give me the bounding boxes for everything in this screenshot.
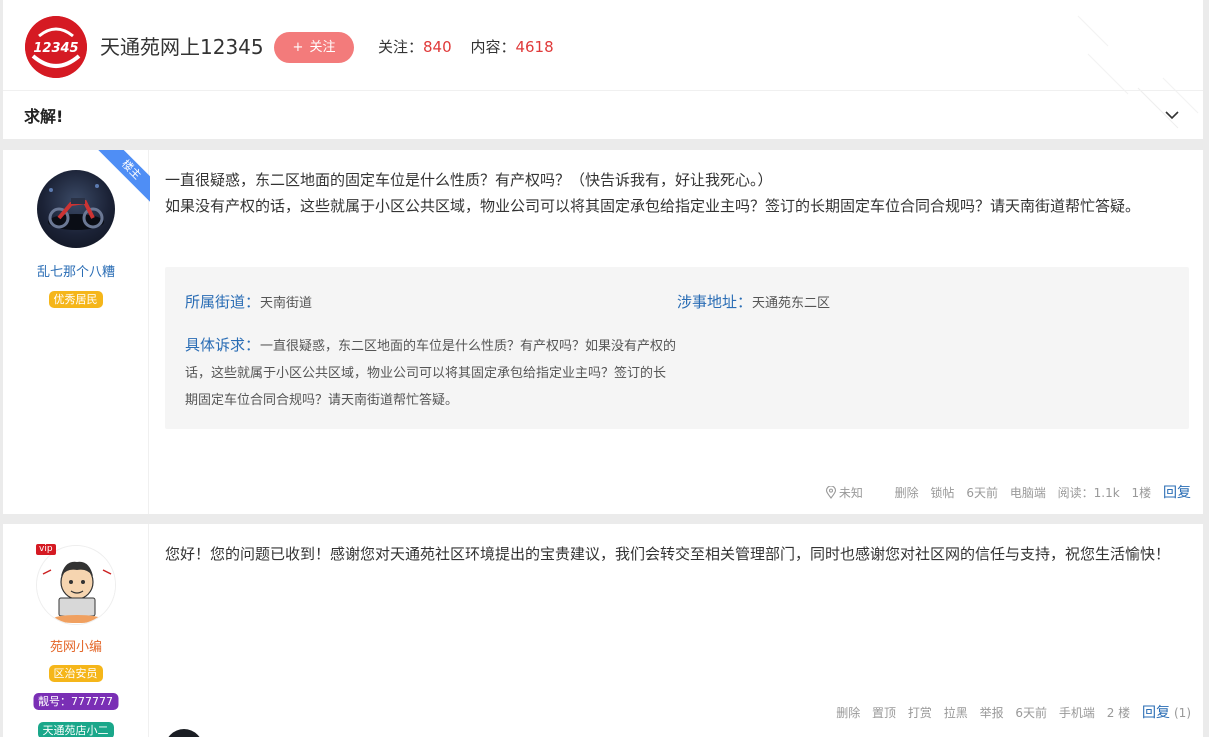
forum-header: 12345 天通苑网上12345 + 关注 关注：840 内容：4618 求解! [3,0,1203,139]
user-badge: 优秀居民 [48,291,103,308]
lock-link[interactable]: 锁帖 [931,486,955,500]
author-panel: vip 苑网小编 区治安员 靓号：777777 天通苑店小二 [3,524,149,737]
delete-link[interactable]: 删除 [836,706,860,720]
street-field: 所属街道：天南街道 [185,293,313,311]
post-meta: 删除 置顶 打赏 拉黑 举报 6天前 手机端 2 楼 回复 (1) [828,702,1191,722]
avatar[interactable] [36,545,116,625]
plus-icon: + [292,40,304,55]
user-badge: 区治安员 [48,665,103,682]
header-divider [3,90,1203,91]
author-name[interactable]: 苑网小编 [3,636,149,655]
stat-followers: 关注：840 [378,38,452,56]
address-field: 涉事地址：天通苑东二区 [677,293,831,311]
post-floor-2: vip 苑网小编 区治安员 靓号：777777 天通苑店小二 您好！您的问题已收… [3,524,1203,737]
request-field: 具体诉求：一直很疑惑，东二区地面的车位是什么性质？有产权吗？如果没有产权的话，这… [185,336,677,408]
post-body: 您好！您的问题已收到！感谢您对天通苑社区环境提出的宝贵建议，我们会转交至相关管理… [165,545,1171,563]
location: 未知 [825,486,863,500]
reply-button[interactable]: 回复 [1142,705,1170,721]
commenter-avatar[interactable] [165,729,203,737]
post-floor-1: 乱七那个八糟 优秀居民 楼主 一直很疑惑，东二区地面的固定车位是什么性质？有产权… [3,150,1203,514]
vip-tag: vip [36,544,56,555]
block-link[interactable]: 拉黑 [944,706,968,720]
follow-button[interactable]: + 关注 [274,32,354,63]
board-title: 天通苑网上12345 [100,35,264,59]
logo-text: 12345 [33,41,78,56]
thread-title: 求解! [24,107,64,126]
op-ribbon-label: 楼主 [98,150,150,202]
device: 电脑端 [1009,486,1046,500]
tip-link[interactable]: 打赏 [908,706,932,720]
vanity-id-badge: 靓号：777777 [33,693,118,710]
location-pin-icon [825,486,836,499]
report-link[interactable]: 举报 [980,706,1004,720]
floor-number: 1楼 [1131,486,1152,500]
device: 手机端 [1058,706,1095,720]
complaint-info-box: 所属街道：天南街道 涉事地址：天通苑东二区 具体诉求：一直很疑惑，东二区地面的车… [165,267,1189,429]
post-meta: 未知 删除 锁帖 6天前 电脑端 阅读：1.1k 1楼 回复 [817,482,1191,502]
chevron-down-icon[interactable] [1163,108,1181,122]
pin-link[interactable]: 置顶 [872,706,896,720]
follow-label: 关注 [309,40,336,55]
post-body: 一直很疑惑，东二区地面的固定车位是什么性质？有产权吗？（快告诉我有，好让我死心。… [165,171,1141,215]
forum-logo[interactable]: 12345 [25,16,87,78]
author-name[interactable]: 乱七那个八糟 [3,261,149,280]
delete-link[interactable]: 删除 [895,486,919,500]
shop-badge: 天通苑店小二 [37,722,114,737]
stat-posts: 内容：4618 [470,38,554,56]
board-stats: 关注：840 内容：4618 [378,36,568,58]
post-time: 6天前 [966,486,998,500]
post-time: 6天前 [1015,706,1048,720]
author-panel: 乱七那个八糟 优秀居民 楼主 [3,150,150,514]
floor-number: 2 楼 [1106,706,1131,720]
reply-button[interactable]: 回复 [1163,485,1191,501]
op-ribbon: 楼主 [98,150,150,202]
read-count: 阅读：1.1k [1057,486,1120,500]
reply-count: (1) [1174,706,1191,720]
decorative-lines [1077,15,1199,129]
